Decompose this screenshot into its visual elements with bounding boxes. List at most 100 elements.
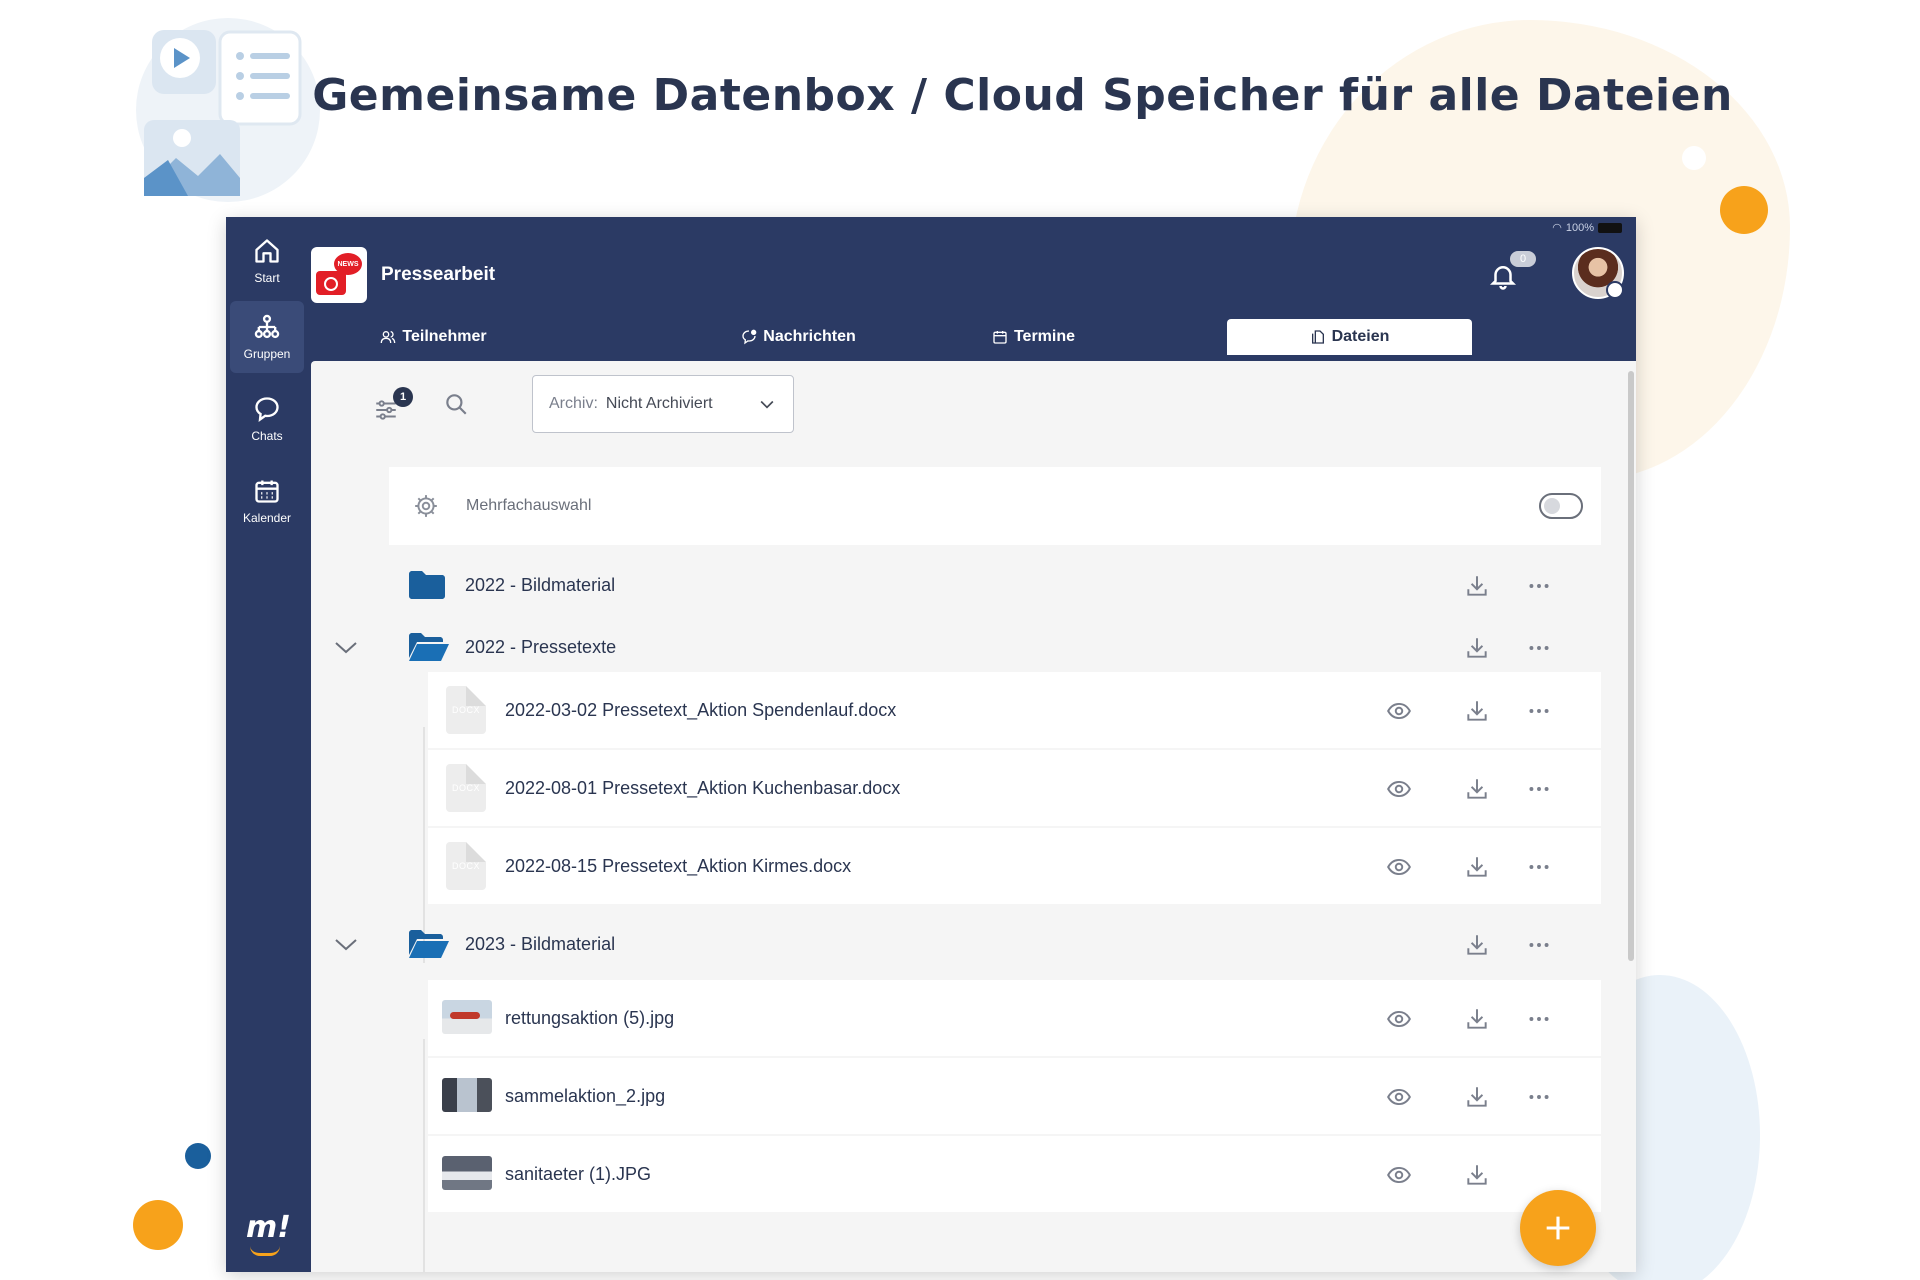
archive-select-value: Nicht Archiviert: [605, 395, 713, 412]
file-row[interactable]: sammelaktion_2.jpg: [428, 1058, 1601, 1134]
download-icon[interactable]: [1464, 776, 1490, 802]
folder-name: 2022 - Pressetexte: [465, 636, 617, 657]
eye-icon[interactable]: [1386, 1084, 1412, 1110]
battery-icon: [1598, 222, 1622, 233]
file-name: rettungsaktion (5).jpg: [505, 1007, 675, 1028]
sidebar-item-label: Start: [254, 271, 280, 285]
multiselect-label: Mehrfachauswahl: [466, 497, 592, 514]
scrollbar[interactable]: [1628, 371, 1634, 961]
tab-label: Termine: [1013, 328, 1076, 345]
download-icon[interactable]: [1464, 1162, 1490, 1188]
sidebar-item-label: Chats: [251, 429, 283, 443]
more-options-icon[interactable]: [1526, 932, 1552, 958]
docx-file-icon: DOCX: [446, 842, 486, 890]
decor-dot: [185, 1143, 211, 1169]
more-options-icon[interactable]: [1526, 1084, 1552, 1110]
docx-file-icon: DOCX: [446, 686, 486, 734]
calendar-icon: [255, 480, 279, 503]
image-thumbnail: [442, 1156, 492, 1190]
add-file-button[interactable]: [1520, 1190, 1596, 1266]
tab-termine[interactable]: Termine: [791, 319, 1276, 355]
sidebar-item-chats[interactable]: Chats: [230, 383, 304, 455]
more-options-icon[interactable]: [1526, 1006, 1552, 1032]
eye-icon[interactable]: [1386, 854, 1412, 880]
more-options-icon[interactable]: [1526, 635, 1552, 661]
folder-name: 2022 - Bildmaterial: [465, 574, 616, 595]
filter-button[interactable]: 1: [373, 383, 417, 427]
folder-open-icon: [409, 633, 449, 661]
download-icon[interactable]: [1464, 1084, 1490, 1110]
decor-dot: [1720, 186, 1768, 234]
tab-teilnehmer[interactable]: Teilnehmer: [311, 319, 556, 355]
file-name: sanitaeter (1).JPG: [505, 1163, 652, 1184]
chevron-down-icon: [760, 400, 774, 409]
file-row[interactable]: DOCX 2022-08-01 Pressetext_Aktion Kuchen…: [428, 750, 1601, 826]
download-icon[interactable]: [1464, 635, 1490, 661]
archive-select-label: Archiv:: [549, 395, 598, 412]
plus-icon: [1546, 1216, 1570, 1240]
download-icon[interactable]: [1464, 932, 1490, 958]
sidebar: Start Gruppen Chats Kalender m!: [226, 217, 310, 1272]
folder-name: 2023 - Bildmaterial: [465, 933, 616, 954]
tab-bar: Teilnehmer Nachrichten Termine Dateien: [311, 319, 1636, 355]
group-header: NEWS Pressearbeit: [311, 247, 495, 303]
file-name: 2022-08-01 Pressetext_Aktion Kuchenbasar…: [505, 777, 901, 798]
people-icon: [381, 331, 396, 344]
file-name: 2022-03-02 Pressetext_Aktion Spendenlauf…: [505, 699, 897, 720]
gear-icon: [415, 495, 437, 517]
tab-dateien[interactable]: Dateien: [1227, 319, 1472, 355]
calendar-small-icon: [993, 331, 1007, 344]
file-row[interactable]: sanitaeter (1).JPG: [428, 1136, 1601, 1212]
file-name: 2022-08-15 Pressetext_Aktion Kirmes.docx: [505, 855, 852, 876]
archive-select[interactable]: Archiv: Nicht Archiviert: [532, 375, 794, 433]
chevron-down-icon[interactable]: [333, 934, 359, 954]
battery-label: 100%: [1565, 221, 1594, 234]
chevron-down-icon[interactable]: [333, 637, 359, 657]
more-options-icon[interactable]: [1526, 573, 1552, 599]
app-window: ◠ 100% Start Gruppen Chats Kalender m! N…: [226, 217, 1636, 1272]
sidebar-item-gruppen[interactable]: Gruppen: [230, 301, 304, 373]
camera-icon: [316, 271, 346, 295]
chat-bubble-icon: [255, 397, 279, 422]
tab-label: Dateien: [1331, 328, 1390, 345]
eye-icon[interactable]: [1386, 776, 1412, 802]
file-icon: [1311, 330, 1324, 344]
group-avatar[interactable]: NEWS: [311, 247, 367, 303]
more-options-icon[interactable]: [1526, 698, 1552, 724]
sidebar-item-start[interactable]: Start: [230, 225, 304, 297]
eye-icon[interactable]: [1386, 1006, 1412, 1032]
groups-icon: [254, 314, 280, 339]
eye-icon[interactable]: [1386, 1162, 1412, 1188]
user-avatar[interactable]: [1572, 247, 1624, 299]
group-title: Pressearbeit: [381, 264, 496, 285]
multiselect-toggle[interactable]: [1539, 493, 1583, 519]
search-button[interactable]: [443, 391, 469, 417]
tab-label: Teilnehmer: [402, 328, 487, 345]
eye-icon[interactable]: [1386, 698, 1412, 724]
home-icon: [255, 239, 279, 263]
folder-closed-icon: [409, 571, 445, 599]
status-bar: ◠ 100%: [1552, 221, 1622, 234]
sidebar-item-label: Kalender: [242, 511, 292, 525]
more-options-icon[interactable]: [1526, 776, 1552, 802]
download-icon[interactable]: [1464, 854, 1490, 880]
decor-dot: [133, 1200, 183, 1250]
download-icon[interactable]: [1464, 573, 1490, 599]
more-options-icon[interactable]: [1526, 854, 1552, 880]
file-row[interactable]: rettungsaktion (5).jpg: [428, 980, 1601, 1056]
file-row[interactable]: DOCX 2022-08-15 Pressetext_Aktion Kirmes…: [428, 828, 1601, 904]
folder-open-icon: [409, 930, 449, 958]
multiselect-bar: Mehrfachauswahl: [389, 467, 1601, 545]
file-row[interactable]: DOCX 2022-03-02 Pressetext_Aktion Spende…: [428, 672, 1601, 748]
notification-count-badge: 0: [1510, 251, 1536, 267]
folder-row[interactable]: 2023 - Bildmaterial: [335, 906, 1601, 982]
search-icon: [446, 394, 467, 415]
download-icon[interactable]: [1464, 1006, 1490, 1032]
sidebar-item-label: Gruppen: [243, 347, 291, 361]
download-icon[interactable]: [1464, 698, 1490, 724]
sidebar-item-kalender[interactable]: Kalender: [230, 465, 304, 537]
image-thumbnail: [442, 1078, 492, 1112]
notifications-button[interactable]: 0: [1488, 251, 1536, 293]
brand-logo: m!: [246, 1210, 291, 1256]
wifi-icon: ◠: [1552, 222, 1562, 234]
